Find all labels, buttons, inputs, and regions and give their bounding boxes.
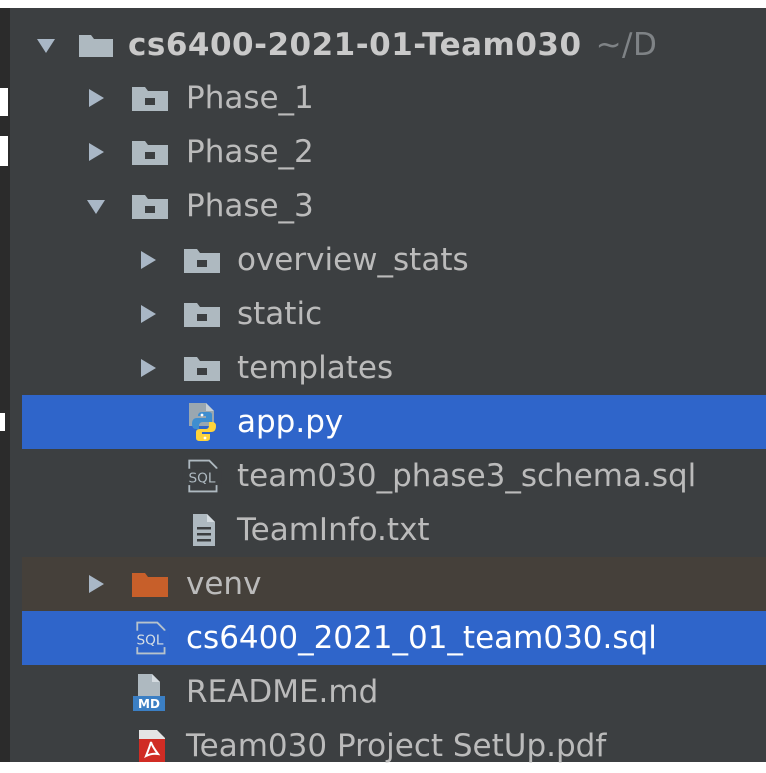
tree-row-folder[interactable]: templates — [22, 341, 766, 395]
tree-row-folder[interactable]: static — [22, 287, 766, 341]
chevron-right-icon[interactable] — [136, 287, 160, 341]
sql-icon-text: SQL — [189, 470, 216, 486]
tree-item-label: overview_stats — [237, 242, 469, 278]
chevron-right-icon[interactable] — [136, 341, 160, 395]
tree-item-label: venv — [186, 566, 262, 602]
tree-item-label: templates — [237, 350, 394, 386]
tree-item-label: Phase_3 — [186, 188, 314, 224]
md-icon-text: MD — [138, 697, 160, 711]
tree-item-label: static — [237, 296, 323, 332]
chevron-right-icon[interactable] — [84, 125, 108, 179]
markdown-file-icon: MD — [130, 665, 170, 719]
project-tree: cs6400-2021-01-Team030 ~/D Phase_1 Phase_… — [22, 8, 766, 764]
folder-icon — [76, 18, 116, 72]
sql-file-icon: SQL — [182, 449, 222, 503]
excluded-folder-icon — [130, 557, 170, 611]
folder-icon — [130, 125, 170, 179]
chevron-down-icon[interactable] — [34, 18, 58, 72]
root-path-hint: ~/D — [595, 27, 658, 63]
tree-item-label: cs6400_2021_01_team030.sql — [186, 620, 657, 656]
tree-item-label: Phase_1 — [186, 80, 314, 116]
sql-icon-text: SQL — [137, 632, 164, 648]
tree-row-root[interactable]: cs6400-2021-01-Team030 ~/D — [22, 18, 766, 72]
tree-item-label: README.md — [186, 674, 379, 710]
folder-icon — [182, 233, 222, 287]
ide-window: cs6400-2021-01-Team030 ~/D Phase_1 Phase_… — [0, 0, 766, 764]
sql-file-icon: SQL — [130, 611, 170, 665]
root-folder-label: cs6400-2021-01-Team030 ~/D — [128, 27, 658, 63]
python-file-icon — [184, 395, 224, 449]
tree-row-file[interactable]: SQL team030_phase3_schema.sql — [22, 449, 766, 503]
text-file-icon — [184, 503, 224, 557]
tree-row-file[interactable]: TeamInfo.txt — [22, 503, 766, 557]
tree-item-label: Phase_2 — [186, 134, 314, 170]
tree-row-folder[interactable]: Phase_1 — [22, 71, 766, 125]
tree-item-label: team030_phase3_schema.sql — [237, 458, 697, 494]
tree-row-file[interactable]: Team030 Project SetUp.pdf — [22, 719, 766, 773]
folder-icon — [182, 287, 222, 341]
folder-icon — [130, 71, 170, 125]
tree-item-label: TeamInfo.txt — [237, 512, 430, 548]
folder-icon — [182, 341, 222, 395]
tree-row-folder[interactable]: overview_stats — [22, 233, 766, 287]
folder-icon — [130, 179, 170, 233]
tree-row-folder[interactable]: Phase_3 — [22, 179, 766, 233]
tree-item-label: app.py — [237, 404, 344, 440]
tree-row-folder[interactable]: Phase_2 — [22, 125, 766, 179]
tree-row-file[interactable]: SQL cs6400_2021_01_team030.sql — [22, 611, 766, 665]
chevron-down-icon[interactable] — [84, 179, 108, 233]
chevron-right-icon[interactable] — [84, 557, 108, 611]
chevron-right-icon[interactable] — [136, 233, 160, 287]
tree-row-folder[interactable]: venv — [22, 557, 766, 611]
tree-row-file[interactable]: app.py — [22, 395, 766, 449]
pdf-file-icon — [132, 719, 172, 773]
tree-row-file[interactable]: MD README.md — [22, 665, 766, 719]
tree-item-label: Team030 Project SetUp.pdf — [186, 728, 607, 764]
tool-window-strip — [0, 8, 22, 762]
chevron-right-icon[interactable] — [84, 71, 108, 125]
